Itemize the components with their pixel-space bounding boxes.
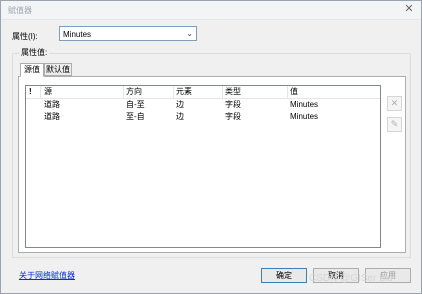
window-title: 赋值器 — [8, 6, 32, 15]
row-source: 道路 — [44, 112, 60, 121]
column-header-element[interactable]: 元素 — [176, 86, 222, 97]
column-divider — [222, 86, 223, 98]
column-header-source[interactable]: 源 — [44, 86, 120, 97]
row-value: Minutes — [290, 100, 319, 109]
evaluators-grid[interactable]: ! 源 方向 元素 类型 值 道路 自-至 边 字段 Minutes 道路 至-… — [25, 85, 381, 248]
row-direction: 自-至 — [126, 100, 145, 109]
property-dropdown[interactable]: Minutes ⌄ — [59, 26, 197, 41]
edit-evaluator-button[interactable]: ✎ — [387, 117, 402, 132]
column-divider — [40, 86, 41, 98]
about-evaluators-link[interactable]: 关于网络赋值器 — [19, 270, 75, 281]
column-header-direction[interactable]: 方向 — [126, 86, 172, 97]
ok-button[interactable]: 确定 — [261, 268, 307, 283]
apply-button[interactable]: 应用 — [365, 268, 411, 283]
row-source: 道路 — [44, 100, 60, 109]
column-divider — [123, 86, 124, 98]
delete-evaluator-button[interactable]: ✕ — [387, 96, 402, 111]
column-divider — [287, 86, 288, 98]
column-header-value[interactable]: 值 — [290, 86, 370, 97]
row-value: Minutes — [290, 112, 319, 121]
table-row[interactable]: 道路 自-至 边 字段 Minutes — [26, 99, 380, 111]
cancel-button[interactable]: 取消 — [313, 268, 359, 283]
property-selected-value: Minutes — [63, 30, 92, 39]
table-row[interactable]: 道路 至-自 边 字段 Minutes — [26, 111, 380, 123]
property-label: 属性(I): — [12, 32, 38, 41]
delete-icon: ✕ — [390, 98, 399, 108]
tab-default-values[interactable]: 默认值 — [44, 63, 72, 76]
row-direction: 至-自 — [126, 112, 145, 121]
row-element: 边 — [176, 100, 184, 109]
row-element: 边 — [176, 112, 184, 121]
close-icon[interactable]: ✕ — [397, 1, 421, 17]
grid-header: ! 源 方向 元素 类型 值 — [26, 86, 380, 99]
evaluator-dialog: 赋值器 ✕ 属性(I): Minutes ⌄ 属性值: 源值 默认值 ! 源 方… — [0, 0, 422, 294]
column-header-type[interactable]: 类型 — [225, 86, 289, 97]
row-type: 字段 — [225, 100, 241, 109]
row-flag — [29, 111, 39, 122]
edit-icon: ✎ — [390, 119, 399, 129]
title-bar: 赋值器 ✕ — [1, 1, 421, 20]
property-values-label: 属性值: — [19, 47, 50, 58]
column-divider — [173, 86, 174, 98]
chevron-down-icon: ⌄ — [186, 29, 193, 38]
row-type: 字段 — [225, 112, 241, 121]
tab-source-values[interactable]: 源值 — [20, 63, 44, 77]
column-header-flag[interactable]: ! — [29, 86, 39, 97]
row-flag — [29, 99, 39, 110]
